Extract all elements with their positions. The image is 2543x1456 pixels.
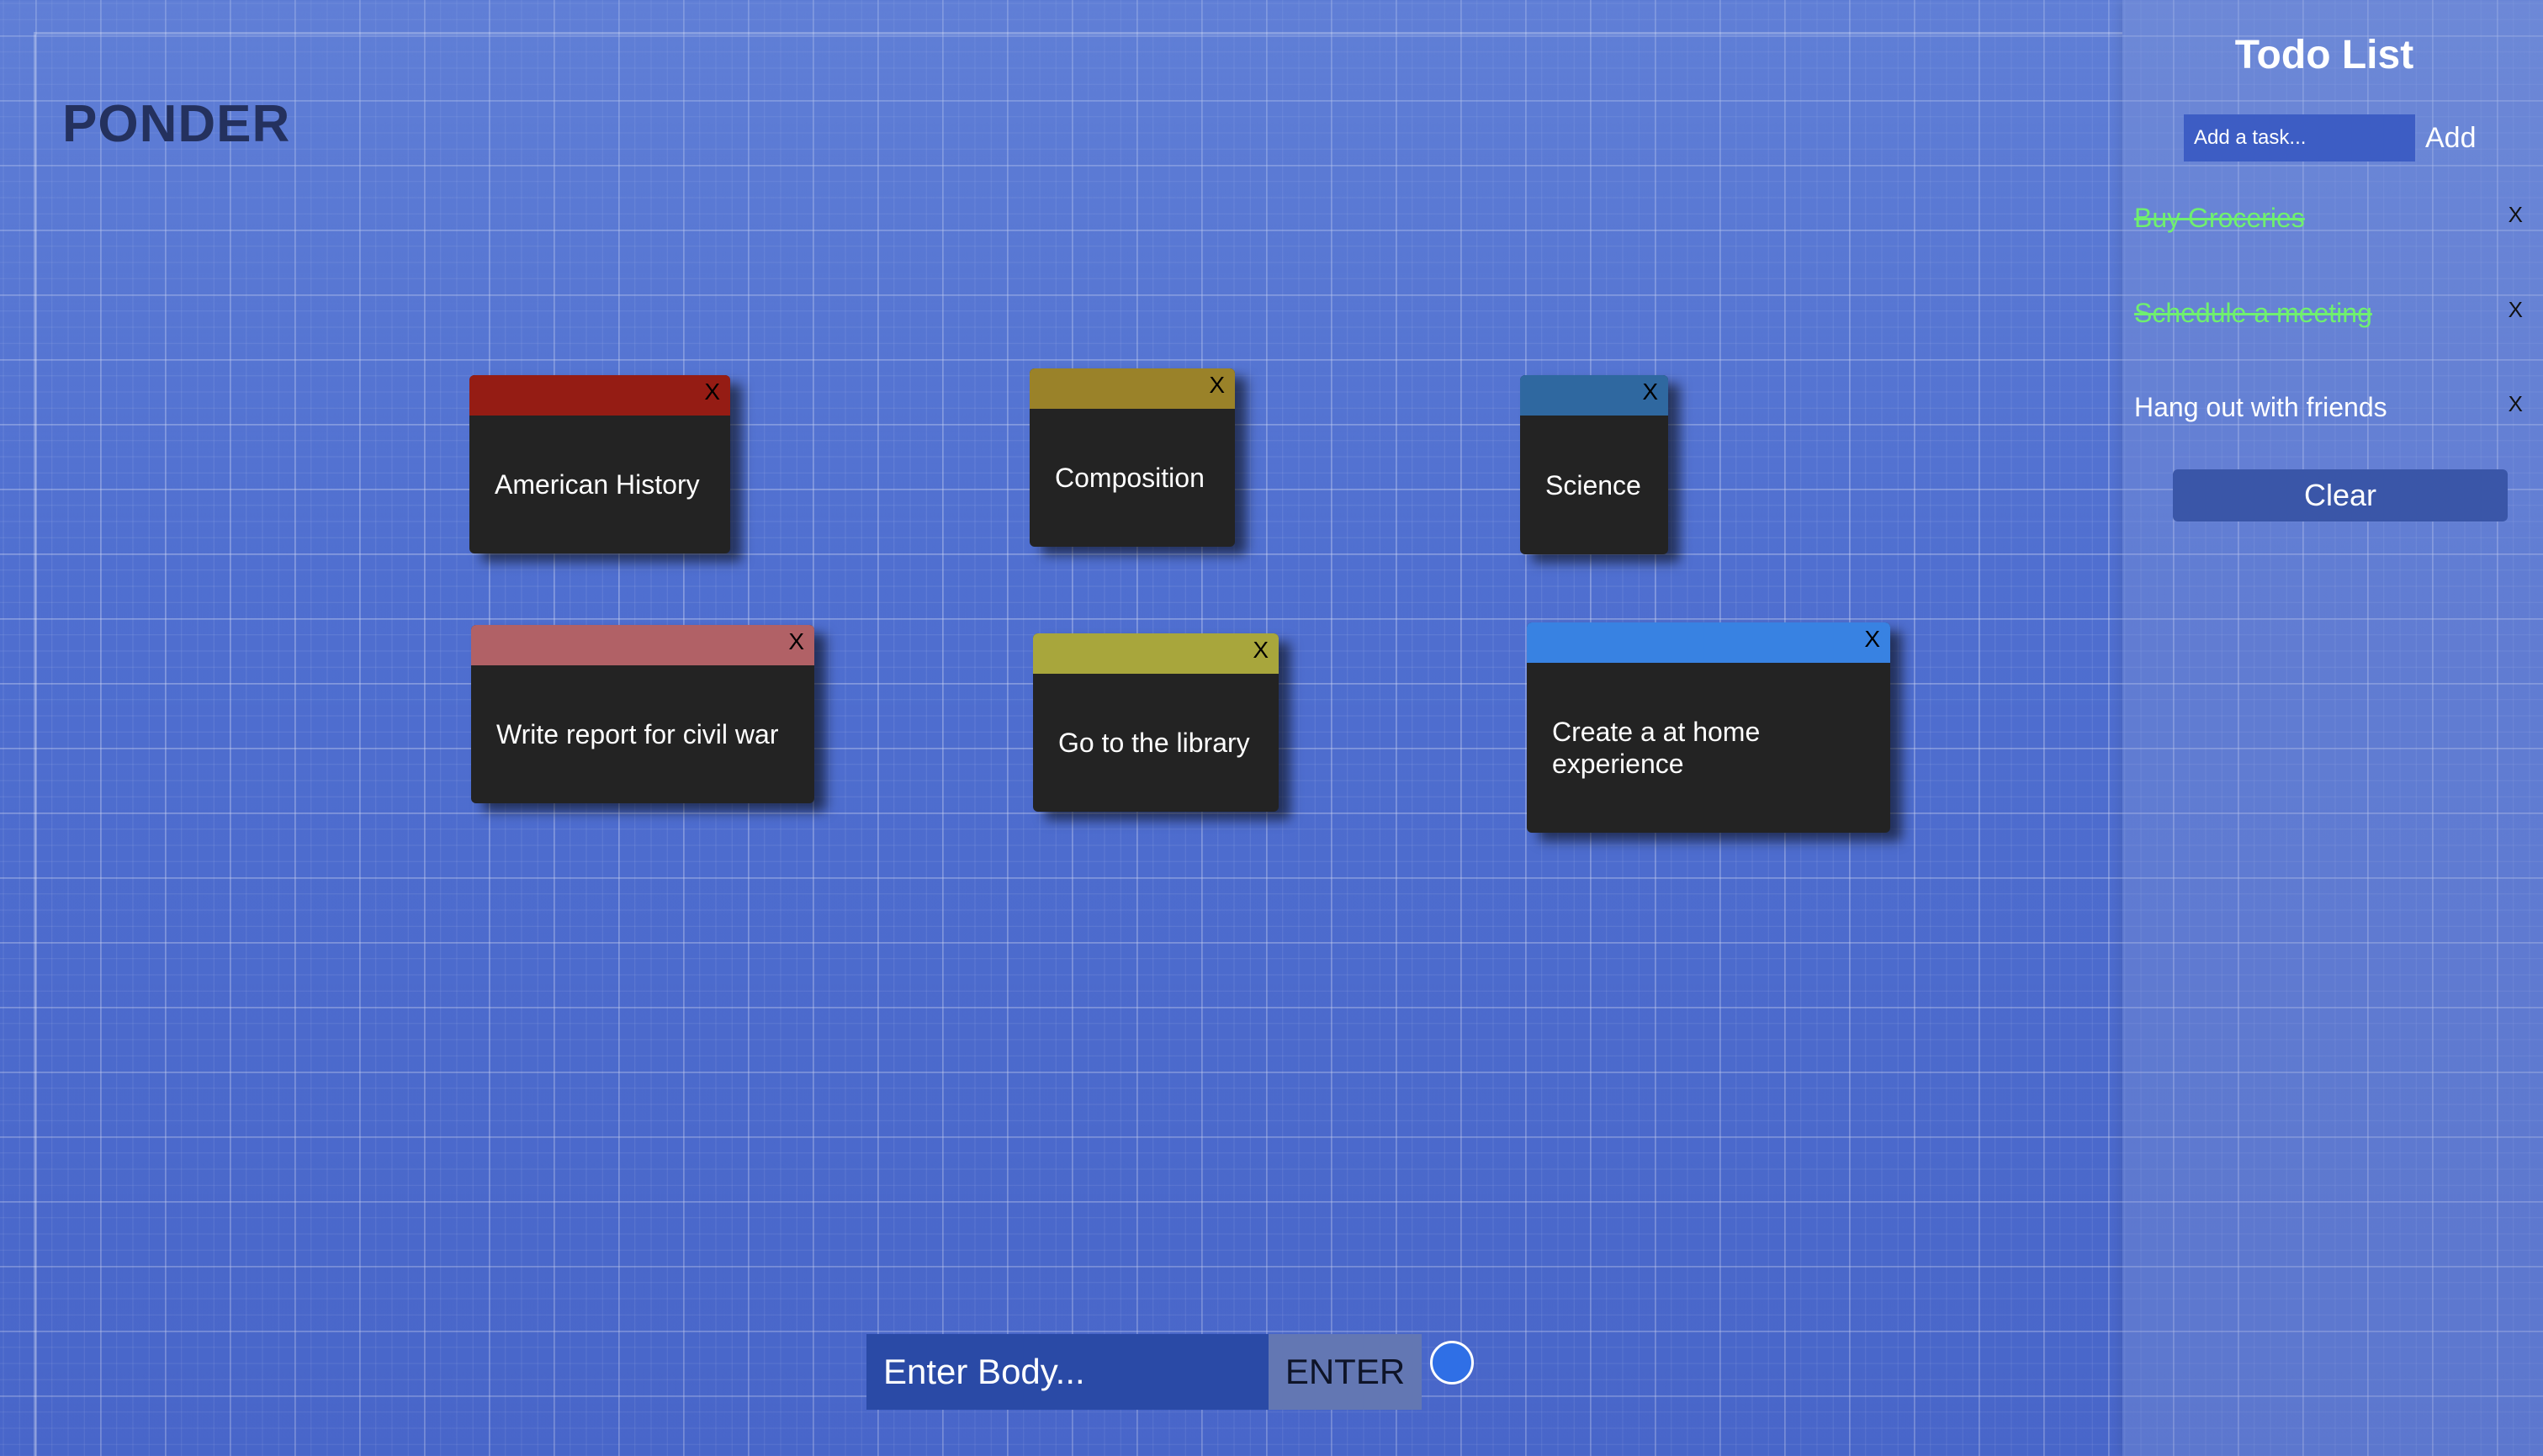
color-picker-button[interactable] [1430, 1341, 1474, 1385]
remove-icon[interactable]: X [2509, 383, 2523, 425]
task-input[interactable] [2184, 114, 2415, 161]
remove-icon[interactable]: X [2509, 193, 2523, 236]
close-icon[interactable]: X [788, 628, 804, 655]
note-text: Composition [1055, 463, 1205, 493]
todo-item[interactable]: Hang out with friends X [2134, 386, 2523, 428]
close-icon[interactable]: X [1864, 626, 1880, 653]
note-header[interactable] [471, 625, 814, 665]
app-logo: PONDER [62, 95, 291, 153]
close-icon[interactable]: X [704, 379, 720, 405]
todo-sidebar: Todo List Add Buy Groceries X Schedule a… [2122, 0, 2543, 1456]
todo-item-text[interactable]: Schedule a meeting [2134, 292, 2372, 334]
note-header[interactable] [1527, 622, 1890, 663]
todo-item-text[interactable]: Buy Groceries [2134, 197, 2305, 239]
todo-item[interactable]: Buy Groceries X [2134, 197, 2523, 239]
note-card[interactable]: X Science [1520, 375, 1668, 554]
note-card[interactable]: X American History [469, 375, 730, 553]
note-header[interactable] [1033, 633, 1279, 674]
note-card[interactable]: X Go to the library [1033, 633, 1279, 812]
clear-button[interactable]: Clear [2173, 469, 2508, 522]
add-task-button[interactable]: Add [2425, 114, 2477, 161]
note-header[interactable] [469, 375, 730, 416]
note-text: Go to the library [1058, 728, 1250, 758]
remove-icon[interactable]: X [2509, 289, 2523, 331]
note-card[interactable]: X Write report for civil war [471, 625, 814, 803]
note-text: Create a at home experience [1552, 717, 1761, 779]
note-text: Write report for civil war [496, 719, 779, 749]
close-icon[interactable]: X [1642, 379, 1658, 405]
note-card[interactable]: X Create a at home experience [1527, 622, 1890, 833]
note-composer: ENTER [866, 1334, 1422, 1410]
note-body-input[interactable] [866, 1334, 1269, 1410]
note-text: American History [495, 469, 700, 500]
note-card[interactable]: X Composition [1030, 368, 1235, 547]
close-icon[interactable]: X [1253, 637, 1269, 664]
todo-title: Todo List [2234, 33, 2414, 77]
todo-item-text[interactable]: Hang out with friends [2134, 386, 2387, 428]
enter-button[interactable]: ENTER [1269, 1334, 1422, 1410]
todo-item[interactable]: Schedule a meeting X [2134, 292, 2523, 334]
note-header[interactable] [1030, 368, 1235, 409]
note-text: Science [1545, 469, 1641, 500]
close-icon[interactable]: X [1209, 372, 1225, 399]
